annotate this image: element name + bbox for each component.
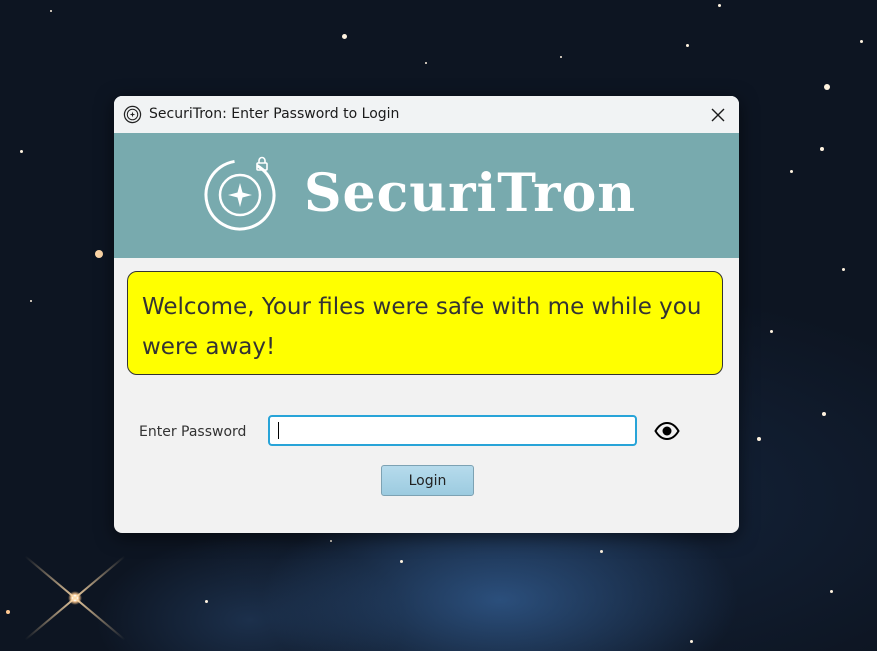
eye-icon[interactable] <box>654 420 680 442</box>
star <box>50 10 52 12</box>
star <box>6 610 10 614</box>
star <box>820 147 824 151</box>
welcome-message: Welcome, Your files were safe with me wh… <box>142 294 702 360</box>
brand-banner: SecuriTron <box>114 133 739 258</box>
close-icon <box>711 108 725 121</box>
star <box>718 4 721 7</box>
star <box>342 34 347 39</box>
star <box>690 640 693 643</box>
window-title: SecuriTron: Enter Password to Login <box>149 106 400 122</box>
close-button[interactable] <box>697 96 739 133</box>
star <box>822 412 826 416</box>
star <box>600 550 603 553</box>
brand-title: SecuriTron <box>304 163 637 224</box>
star <box>400 560 403 563</box>
login-window: SecuriTron: Enter Password to Login Secu… <box>114 96 739 533</box>
title-bar[interactable]: SecuriTron: Enter Password to Login <box>114 96 739 133</box>
star <box>830 590 833 593</box>
star-flare <box>68 591 82 605</box>
star <box>860 40 863 43</box>
welcome-message-box: Welcome, Your files were safe with me wh… <box>127 271 723 375</box>
star <box>770 330 773 333</box>
star <box>330 540 332 542</box>
star <box>686 44 689 47</box>
star <box>824 84 830 90</box>
securitron-logo-icon <box>123 105 142 124</box>
star <box>560 56 562 58</box>
star <box>790 170 793 173</box>
password-input[interactable] <box>268 415 637 446</box>
star <box>30 300 32 302</box>
password-label: Enter Password <box>139 424 247 440</box>
star <box>842 268 845 271</box>
star <box>20 150 23 153</box>
securitron-logo-icon <box>204 156 276 231</box>
star <box>757 437 761 441</box>
star <box>205 600 208 603</box>
login-button[interactable]: Login <box>381 465 474 496</box>
text-cursor <box>278 422 279 439</box>
star <box>425 62 427 64</box>
star <box>95 250 103 258</box>
